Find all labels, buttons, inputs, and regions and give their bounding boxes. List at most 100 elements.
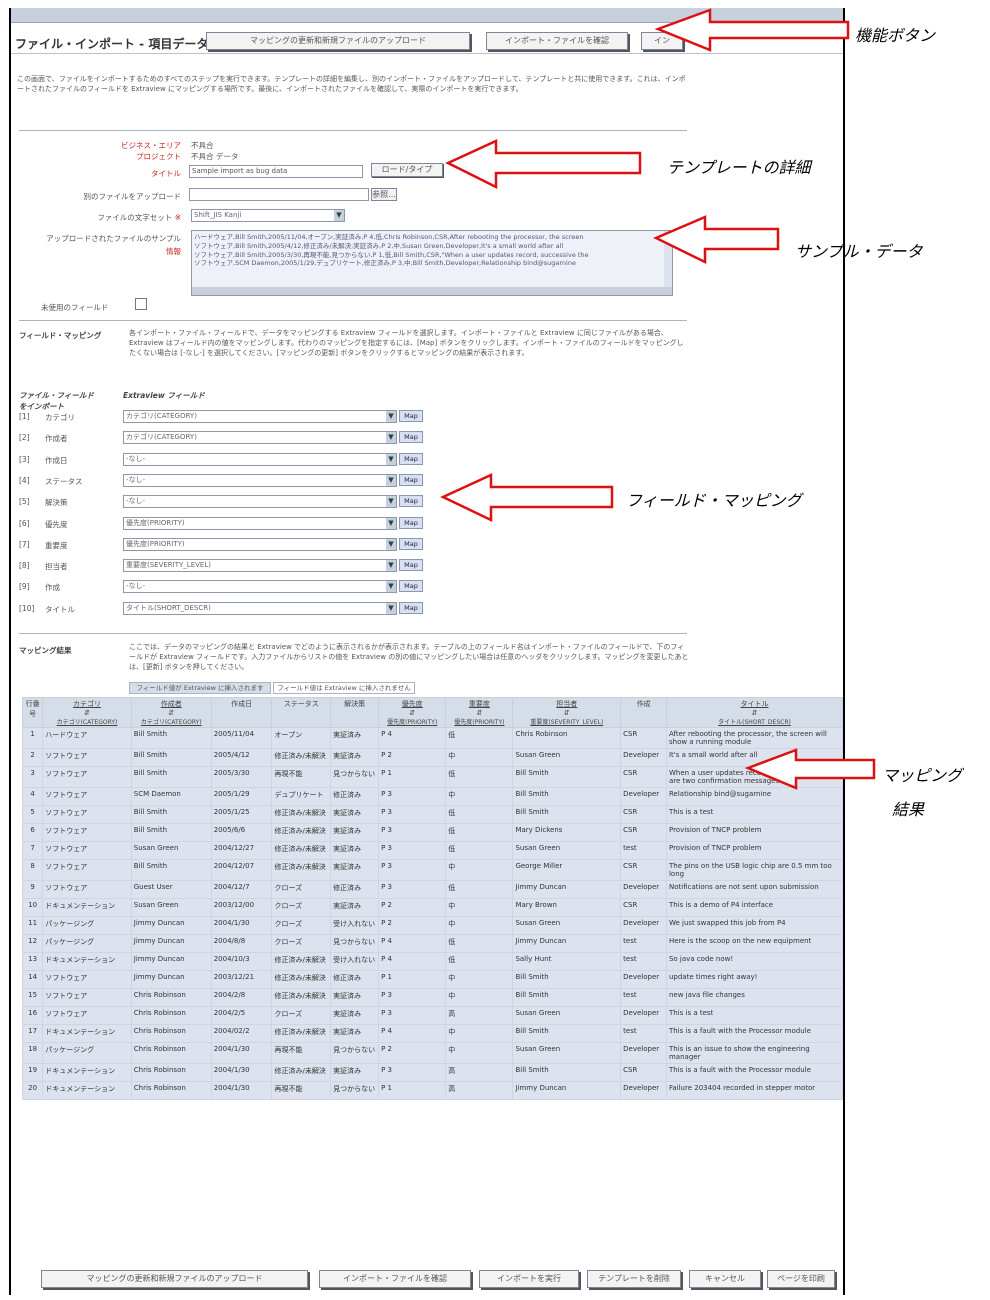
table-cell: Chris Robinson <box>130 1063 212 1082</box>
table-cell: 高 <box>445 1063 514 1082</box>
table-cell: 3 <box>21 766 44 788</box>
extraview-field-select[interactable]: タイトル(SHORT_DESCR) ▼ <box>123 601 397 615</box>
table-cell: Failure 203404 recorded in stepper motor <box>665 1081 843 1100</box>
results-column-header[interactable]: 作成 <box>620 697 667 728</box>
results-column-header[interactable]: 作成日 <box>210 697 273 728</box>
extraview-field-select[interactable]: -なし- ▼ <box>123 452 397 466</box>
table-cell: It's a small world after all <box>665 748 843 767</box>
bottom-confirm-import-file-button[interactable]: インポート・ファイルを確認 <box>319 1270 471 1288</box>
results-column-header[interactable]: 重要度 ⇵ 優先度(PRIORITY) <box>445 697 514 728</box>
bottom-run-import-button[interactable]: インポートを実行 <box>479 1270 579 1288</box>
table-cell: ソフトウェア <box>42 823 132 842</box>
table-cell: CSR <box>620 727 667 749</box>
extraview-field-select[interactable]: -なし- ▼ <box>123 473 397 487</box>
extraview-field-select[interactable]: 優先度(PRIORITY) ▼ <box>123 516 397 530</box>
table-cell: 再現不能 <box>271 1042 332 1064</box>
field-mapping-description: 各インポート・ファイル・フィールドで、データをマッピングする Extraview… <box>129 329 684 357</box>
table-row: 13 ドキュメンテーション Jimmy Duncan 2004/10/3 修正済み/未解… <box>21 952 843 971</box>
map-button[interactable]: Map <box>399 431 423 444</box>
results-header-row: 行番号 カテゴリ ⇵ カテゴリ(CATEGORY) 作成者 ⇵ カテゴリ(CATEGORY)… <box>21 697 843 728</box>
table-cell: 2004/12/07 <box>210 859 273 881</box>
chevron-down-icon: ▼ <box>334 210 344 221</box>
map-button[interactable]: Map <box>399 410 423 422</box>
map-button[interactable]: Map <box>399 452 423 465</box>
extraview-field-select[interactable]: -なし- ▼ <box>123 580 397 594</box>
update-mapping-upload-button[interactable]: マッピングの更新和新規ファイルのアップロード <box>206 32 470 50</box>
map-button[interactable]: Map <box>399 516 423 529</box>
vertical-scrollbar[interactable] <box>664 231 672 287</box>
results-column-header[interactable]: 解決策 <box>330 697 380 728</box>
results-column-header[interactable]: 行番号 <box>21 697 44 728</box>
table-cell: 8 <box>21 859 44 881</box>
charset-select[interactable]: Shift_JIS Kanji ▼ <box>191 209 345 222</box>
bottom-update-mapping-upload-button[interactable]: マッピングの更新和新規ファイルのアップロード <box>41 1270 308 1288</box>
extraview-field-select[interactable]: -なし- ▼ <box>123 495 397 509</box>
table-row: 14 ソフトウェア Jimmy Duncan 2003/12/21 修正済み/未解決 修正… <box>21 970 843 989</box>
table-cell: Bill Smith <box>512 766 622 788</box>
bottom-delete-template-button[interactable]: テンプレートを削除 <box>587 1270 681 1288</box>
table-cell: P 3 <box>378 1063 447 1082</box>
results-column-header[interactable]: カテゴリ ⇵ カテゴリ(CATEGORY) <box>42 697 132 728</box>
mapping-row-number: [3] <box>19 454 30 464</box>
extraview-field-select[interactable]: カテゴリ(CATEGORY) ▼ <box>123 410 397 423</box>
map-button[interactable]: Map <box>399 601 423 614</box>
table-row: 16 ソフトウェア Chris Robinson 2004/2/5 クローズ 実証済み P … <box>21 1006 843 1025</box>
map-button[interactable]: Map <box>399 580 423 593</box>
extraview-header-name: 優先度(PRIORITY) <box>387 719 438 726</box>
table-cell: Jimmy Duncan <box>130 916 212 935</box>
table-cell: Sally Hunt <box>512 952 622 971</box>
table-cell: Bill Smith <box>512 1063 622 1082</box>
chevron-down-icon: ▼ <box>386 581 396 593</box>
map-button[interactable]: Map <box>399 495 423 508</box>
import-header-name: 解決策 <box>344 700 366 708</box>
results-column-header[interactable]: 担当者 ⇵ 重要度(SEVERITY_LEVEL) <box>512 697 622 728</box>
table-cell: 中 <box>445 1024 514 1043</box>
table-cell: P 3 <box>378 805 447 824</box>
horizontal-scrollbar[interactable] <box>192 287 672 295</box>
extraview-field-value: 優先度(PRIORITY) <box>126 518 185 527</box>
results-column-header[interactable]: 優先度 ⇵ 優先度(PRIORITY) <box>378 697 447 728</box>
extraview-header-name: カテゴリ(CATEGORY) <box>140 719 202 726</box>
bottom-cancel-button[interactable]: キャンセル <box>689 1270 761 1288</box>
table-cell: 16 <box>21 1006 44 1025</box>
results-column-header[interactable]: タイトル ⇵ タイトル(SHORT_DESCR) <box>665 697 843 728</box>
table-cell: P 1 <box>378 970 447 989</box>
table-cell: test <box>620 1024 667 1043</box>
results-column-header[interactable]: ステータス <box>271 697 332 728</box>
sample-data-textarea[interactable]: ハードウェア,Bill Smith,2005/11/04,オープン,実証済み,P… <box>191 230 673 296</box>
table-cell: P 4 <box>378 934 447 953</box>
run-import-button-partial[interactable]: イン <box>641 32 683 50</box>
table-cell: 実証済み <box>330 727 380 749</box>
table-cell: P 3 <box>378 859 447 881</box>
mapping-results-description: ここでは、データのマッピングの結果と Extraview でどのように表示される… <box>129 643 689 671</box>
load-type-button[interactable]: ロード/タイプ <box>371 163 443 177</box>
table-cell: 2003/12/00 <box>210 898 273 917</box>
table-cell: 中 <box>445 970 514 989</box>
upload-file-input[interactable] <box>189 188 369 201</box>
extraview-field-select[interactable]: 優先度(PRIORITY) ▼ <box>123 537 397 551</box>
table-cell: Susan Green <box>130 841 212 860</box>
map-button[interactable]: Map <box>399 559 423 572</box>
table-cell: Developer <box>620 880 667 899</box>
results-column-header[interactable]: 作成者 ⇵ カテゴリ(CATEGORY) <box>130 697 212 728</box>
extraview-field-select[interactable]: カテゴリ(CATEGORY) ▼ <box>123 431 397 445</box>
table-cell: ソフトウェア <box>42 805 132 824</box>
table-cell: test <box>620 952 667 971</box>
unused-fields-checkbox[interactable] <box>135 298 147 310</box>
table-cell: Provision of TNCP problem <box>665 841 843 860</box>
divider <box>19 633 687 634</box>
table-cell: This is a test <box>665 1006 843 1025</box>
map-button[interactable]: Map <box>399 537 423 550</box>
bottom-print-page-button[interactable]: ページを印刷 <box>767 1270 835 1288</box>
import-field-name: 重要度 <box>45 540 68 550</box>
table-cell: CSR <box>620 805 667 824</box>
extraview-field-value: 重要度(SEVERITY_LEVEL) <box>126 561 211 570</box>
table-cell: 修正済み/未解決 <box>271 970 332 989</box>
map-button[interactable]: Map <box>399 473 423 486</box>
browse-button[interactable]: 参照... <box>371 188 397 201</box>
upload-label: 別のファイルをアップロード <box>83 192 182 201</box>
extraview-field-select[interactable]: 重要度(SEVERITY_LEVEL) ▼ <box>123 559 397 573</box>
title-input[interactable]: Sample import as bug data <box>189 165 363 178</box>
confirm-import-file-button[interactable]: インポート・ファイルを確認 <box>486 32 628 50</box>
table-cell: 2003/12/21 <box>210 970 273 989</box>
